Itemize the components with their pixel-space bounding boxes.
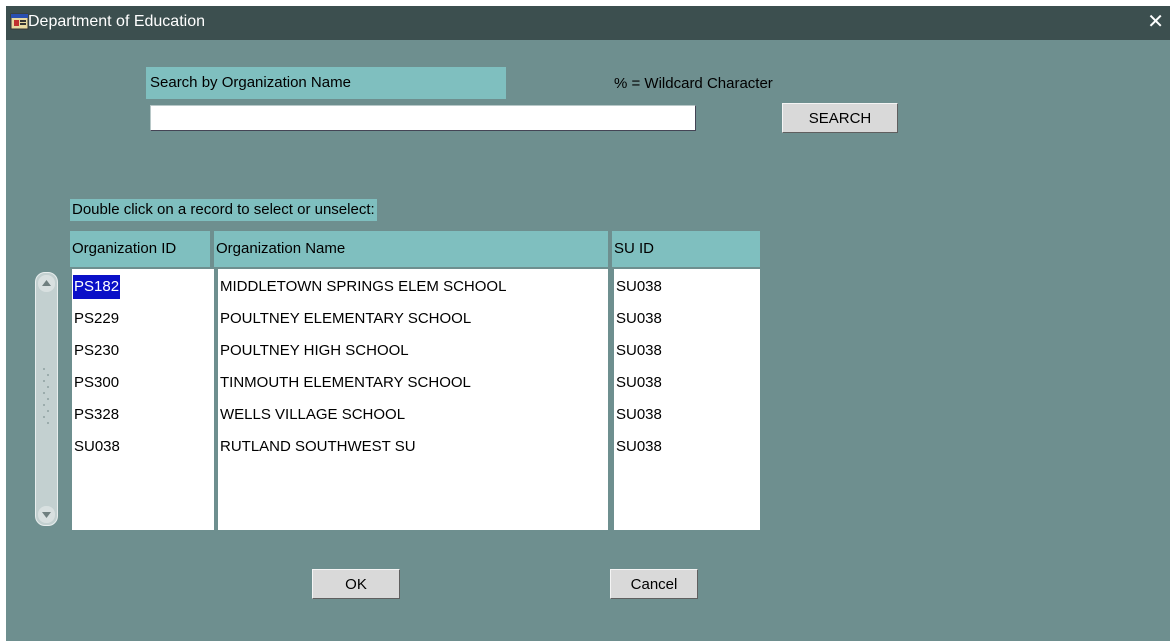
table-row-3-su-id[interactable]: SU038 — [616, 371, 662, 395]
cancel-button[interactable]: Cancel — [610, 569, 698, 599]
app-window-icon — [10, 13, 29, 30]
su-id-column: SU038 SU038 SU038 SU038 SU038 SU038 — [614, 269, 760, 530]
ok-button[interactable]: OK — [312, 569, 400, 599]
table-row-4-org-id[interactable]: PS328 — [74, 403, 119, 427]
organization-name-column: MIDDLETOWN SPRINGS ELEM SCHOOL POULTNEY … — [218, 269, 608, 530]
search-button[interactable]: SEARCH — [782, 103, 898, 133]
table-row-0-org-id[interactable]: PS182 — [73, 275, 121, 299]
search-label: Search by Organization Name — [146, 67, 506, 99]
table-row-2-org-id[interactable]: PS230 — [74, 339, 119, 363]
table-row-1-org-id[interactable]: PS229 — [74, 307, 119, 331]
table-row-2-org-name[interactable]: POULTNEY HIGH SCHOOL — [220, 339, 409, 363]
organization-id-column: PS182 PS229 PS230 PS300 PS328 SU038 — [72, 269, 214, 530]
table-row-0-su-id[interactable]: SU038 — [616, 275, 662, 299]
table-row-3-org-name[interactable]: TINMOUTH ELEMENTARY SCHOOL — [220, 371, 471, 395]
wildcard-note: % = Wildcard Character — [614, 75, 773, 92]
dialog-window: Department of Education ✕ Search by Orga… — [6, 6, 1170, 641]
instructions-text: Double click on a record to select or un… — [70, 199, 377, 221]
table-row-2-su-id[interactable]: SU038 — [616, 339, 662, 363]
scroll-down-button[interactable] — [38, 506, 55, 523]
table-row-4-su-id[interactable]: SU038 — [616, 403, 662, 427]
title-bar: Department of Education ✕ — [6, 6, 1170, 40]
table-row-0-org-name[interactable]: MIDDLETOWN SPRINGS ELEM SCHOOL — [220, 275, 506, 299]
table-row-1-org-name[interactable]: POULTNEY ELEMENTARY SCHOOL — [220, 307, 471, 331]
search-input[interactable] — [150, 105, 696, 131]
column-header-organization-id: Organization ID — [70, 231, 210, 267]
column-header-su-id: SU ID — [612, 231, 760, 267]
table-scrollbar[interactable] — [35, 272, 58, 526]
window-title: Department of Education — [28, 13, 205, 30]
arrow-up-icon — [42, 280, 51, 286]
arrow-down-icon — [42, 512, 51, 518]
table-row-5-org-name[interactable]: RUTLAND SOUTHWEST SU — [220, 435, 416, 459]
column-header-organization-name: Organization Name — [214, 231, 608, 267]
table-row-5-su-id[interactable]: SU038 — [616, 435, 662, 459]
scroll-thumb-grip-icon[interactable] — [42, 365, 51, 427]
table-row-1-su-id[interactable]: SU038 — [616, 307, 662, 331]
table-row-5-org-id[interactable]: SU038 — [74, 435, 120, 459]
scroll-up-button[interactable] — [38, 275, 55, 292]
table-row-3-org-id[interactable]: PS300 — [74, 371, 119, 395]
table-row-4-org-name[interactable]: WELLS VILLAGE SCHOOL — [220, 403, 405, 427]
close-icon[interactable]: ✕ — [1147, 10, 1164, 34]
